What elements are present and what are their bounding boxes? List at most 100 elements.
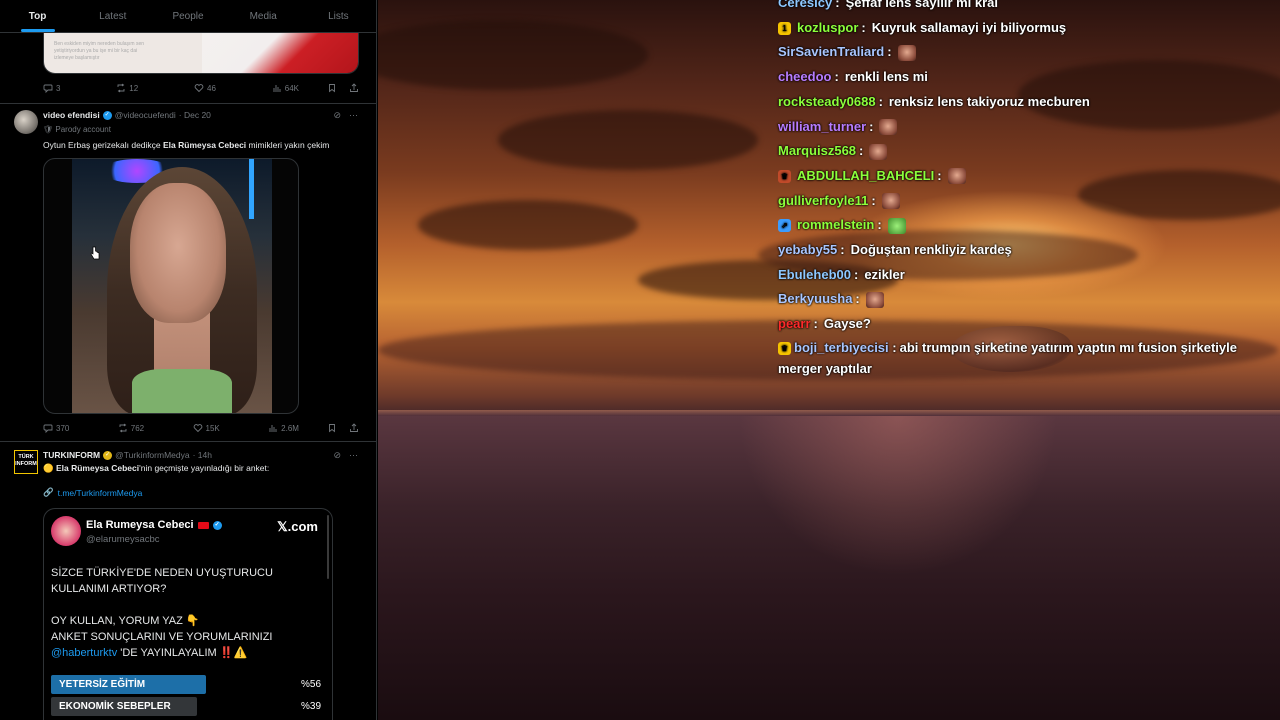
chat-text: Gayse?	[823, 316, 871, 332]
tab-media[interactable]: Media	[226, 0, 301, 32]
tweet-text: Oytun Erbaş gerizekalı dedikçe Ela Rümey…	[43, 140, 329, 150]
chat-message: pearr : Gayse?	[778, 312, 1258, 337]
card-line: KULLANIMI ARTIYOR?	[51, 583, 167, 595]
verified-badge-icon: ✓	[212, 520, 222, 530]
card-handle: @elarumeysacbc	[86, 534, 160, 545]
chat-badge-icon[interactable]: 1	[778, 21, 791, 35]
chat-badge-icon[interactable]: ♛	[778, 169, 791, 183]
chat-separator: :	[877, 217, 882, 233]
poll-percent: %56	[300, 679, 321, 690]
grok-icon[interactable]: ⊘	[333, 110, 341, 121]
chat-username[interactable]: Ebuleheb00	[778, 263, 851, 288]
poll-option: EKONOMİK SEBEPLER %39	[51, 697, 321, 716]
face-emote-icon	[879, 118, 898, 135]
like-count: 46	[207, 83, 216, 93]
tweet-text-part: Oytun Erbaş gerizekalı dedikçe	[43, 140, 164, 150]
card-mention[interactable]: @haberturktv	[51, 647, 117, 659]
face-emote-icon	[897, 44, 916, 61]
chat-username[interactable]: rocksteady0688	[778, 90, 876, 115]
chat-username[interactable]: gulliverfoyle11	[778, 189, 868, 214]
chat-username[interactable]: cheedoo	[778, 65, 831, 90]
tab-people[interactable]: People	[150, 0, 225, 32]
link-text[interactable]: t.me/TurkinformMedya	[58, 488, 143, 498]
sea-reflection	[738, 416, 1058, 576]
caption-line: Ben eskiden miyim nereden bulaşım sen	[54, 41, 145, 47]
like-button[interactable]: 15K	[193, 423, 220, 433]
tweet-date[interactable]: · Dec 20	[179, 110, 211, 120]
chat-separator: :	[887, 44, 892, 60]
tab-latest[interactable]: Latest	[75, 0, 150, 32]
card-spacer	[51, 597, 273, 613]
chat-message: SirSavienTraliard :	[778, 40, 1258, 65]
video-frame	[72, 159, 272, 413]
bookmark-button[interactable]	[327, 423, 337, 433]
author-handle[interactable]: @videocuefendi	[115, 110, 176, 120]
chat-separator: :	[878, 93, 883, 109]
author-handle[interactable]: @TurkinformMedya	[115, 450, 189, 460]
chat-message: cheedoo : renkli lens mi	[778, 65, 1258, 90]
reply-count: 370	[56, 423, 70, 433]
chat-separator: :	[869, 118, 874, 134]
warning-icon: ‼️⚠️	[219, 647, 248, 659]
chat-separator: :	[937, 167, 942, 183]
tab-top[interactable]: Top	[0, 0, 75, 32]
share-button[interactable]	[349, 83, 359, 93]
chat-username[interactable]: boji_terbiyecisi	[794, 340, 889, 355]
avatar[interactable]: TÜRK INFORM	[14, 450, 38, 474]
tweet-text-part: mimikleri yakın çekim	[246, 140, 330, 150]
author-name[interactable]: TURKINFORM	[43, 450, 100, 460]
chat-message: gulliverfoyle11 :	[778, 189, 1258, 214]
caption-line: yetiştiriyordun ya bu işe mi bir kaç dai	[54, 48, 138, 54]
chat-username[interactable]: william_turner	[778, 115, 866, 140]
views-button[interactable]: 64K	[272, 83, 299, 93]
chat-badge-icon[interactable]: ⇗	[778, 219, 791, 233]
tweet-date[interactable]: · 14h	[193, 450, 212, 460]
previous-media-caption: Ben eskiden miyim nereden bulaşım sen ye…	[44, 33, 202, 73]
share-icon	[350, 423, 358, 432]
repost-button[interactable]: 762	[118, 423, 144, 433]
parody-label-text: Parody account	[55, 125, 111, 134]
grok-icon[interactable]: ⊘	[333, 450, 341, 461]
chat-badge-icon[interactable]: ♛	[778, 341, 791, 355]
author-name[interactable]: video efendisi	[43, 110, 100, 120]
chat-separator: :	[813, 316, 818, 332]
views-button[interactable]: 2.6M	[268, 423, 299, 433]
bookmark-button[interactable]	[327, 83, 337, 93]
chat-username[interactable]: Marquisz568	[778, 139, 856, 164]
frog-emote-icon	[887, 217, 906, 234]
view-count: 64K	[284, 83, 299, 93]
repost-icon	[117, 83, 125, 93]
yellow-circle-icon: 🟡	[43, 463, 54, 473]
repost-button[interactable]: 12	[116, 83, 138, 93]
chat-username[interactable]: yebaby55	[778, 238, 837, 263]
more-options-icon[interactable]: ···	[349, 110, 358, 121]
card-scrollbar[interactable]	[327, 515, 329, 579]
chat-username[interactable]: Berkyuusha	[778, 287, 852, 312]
decor-light	[249, 159, 254, 219]
embedded-post-card[interactable]: Ela Rumeysa Cebeci ✓ @elarumeysacbc 𝕏.co…	[43, 508, 333, 720]
tab-lists[interactable]: Lists	[301, 0, 376, 32]
chat-message: william_turner :	[778, 115, 1258, 140]
cloud	[418, 200, 638, 250]
chat-username[interactable]: rommelstein	[797, 213, 874, 238]
chat-message: yebaby55 : Doğuştan renkliyiz kardeş	[778, 238, 1258, 263]
previous-tweet-media[interactable]: Ben eskiden miyim nereden bulaşım sen ye…	[43, 33, 359, 74]
more-options-icon[interactable]: ···	[349, 450, 358, 461]
mask-icon: 🛡	[43, 125, 54, 134]
chat-username[interactable]: SirSavienTraliard	[778, 40, 884, 65]
share-button[interactable]	[349, 423, 359, 433]
chat-username[interactable]: kozluspor	[797, 16, 858, 41]
chat-username[interactable]: Ceresicy	[778, 0, 832, 16]
hand-cursor-icon	[90, 246, 100, 260]
avatar[interactable]	[14, 110, 38, 134]
reply-button[interactable]: 3	[43, 83, 60, 93]
like-button[interactable]: 46	[194, 83, 216, 93]
face-emote-icon	[869, 143, 888, 160]
tweet-video[interactable]	[43, 158, 299, 414]
poll-label: YETERSİZ EĞİTİM	[59, 679, 146, 690]
chat-separator: :	[853, 266, 859, 282]
chat-username[interactable]: ABDULLAH_BAHCELI	[797, 164, 934, 189]
chat-username[interactable]: pearr	[778, 312, 811, 337]
reply-button[interactable]: 370	[43, 423, 69, 433]
telegram-link[interactable]: 🔗 t.me/TurkinformMedya	[43, 487, 142, 498]
